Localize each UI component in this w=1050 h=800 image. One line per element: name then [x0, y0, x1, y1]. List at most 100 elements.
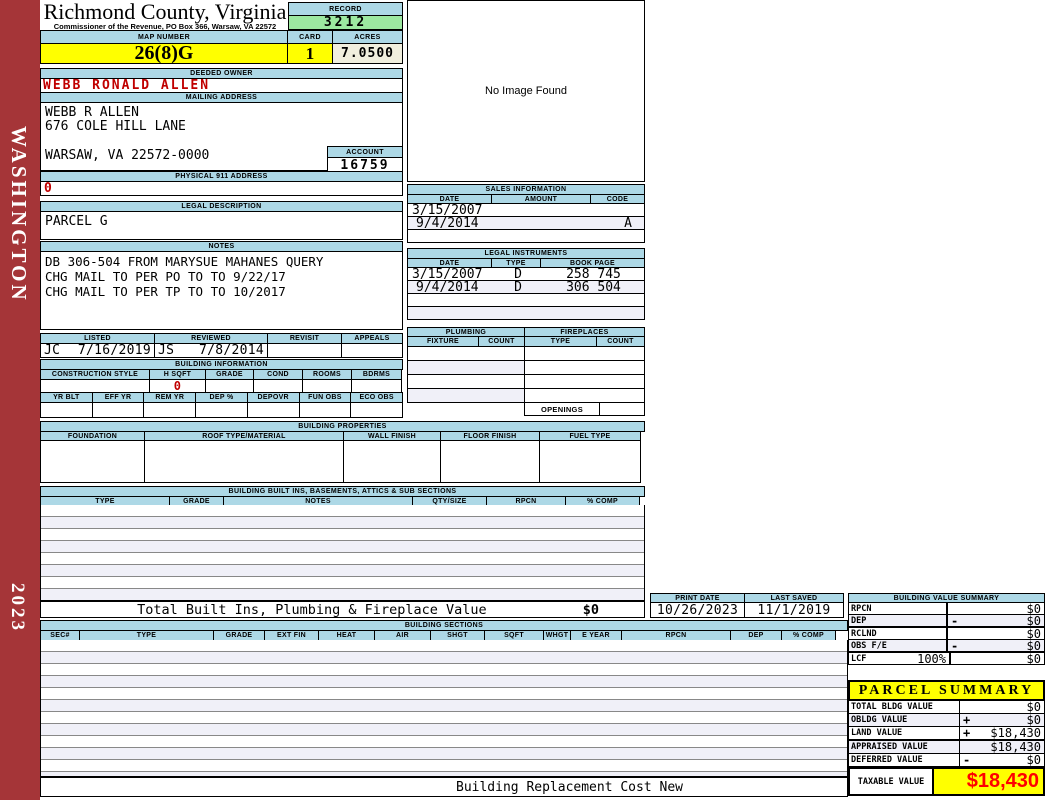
- mailing-address-box: WEBB R ALLEN 676 COLE HILL LANE WARSAW, …: [40, 102, 403, 173]
- listed-value: JC 7/16/2019: [40, 343, 155, 358]
- bvs-obs-label: OBS F/E: [849, 640, 948, 651]
- mailing-line3: WARSAW, VA 22572-0000: [45, 148, 210, 163]
- legal-description-box: PARCEL G: [40, 211, 403, 240]
- bvs-rclnd-label: RCLND: [849, 628, 948, 639]
- bdrms-value: [351, 379, 402, 393]
- last-saved-value: 11/1/2019: [744, 602, 844, 618]
- property-record-card: WASHINGTON 2023 Richmond County, Virgini…: [0, 0, 1050, 800]
- appraised-value: $18,430: [990, 740, 1041, 754]
- instrument-row-empty: [407, 293, 645, 307]
- total-bldg-label: TOTAL BLDG VALUE: [849, 701, 960, 713]
- building-value-summary: RPCN $0 DEP - $0 RCLND $0 OBS F/E - $0 L…: [848, 602, 1045, 666]
- bvs-obs-value: $0: [1026, 638, 1041, 653]
- parcel-row: DEFERRED VALUE - $0: [848, 753, 1045, 767]
- fireplace-row-empty: [524, 346, 645, 361]
- sidebar: WASHINGTON 2023: [0, 0, 40, 800]
- built-ins-total-row: Total Built Ins, Plumbing & Fireplace Va…: [40, 601, 645, 618]
- appraised-label: APPRAISED VALUE: [849, 741, 960, 753]
- physical-911-value: 0: [40, 181, 403, 196]
- rem-yr-value: [143, 402, 197, 418]
- building-sections-footer: Building Replacement Cost New: [40, 777, 848, 797]
- eco-obs-value: [350, 402, 404, 418]
- parcel-op: -: [963, 753, 971, 767]
- openings-row: OPENINGS: [524, 402, 645, 416]
- parcel-summary-title: PARCEL SUMMARY: [848, 680, 1045, 701]
- floor-finish-value: [440, 440, 540, 483]
- record-label: RECORD: [288, 2, 403, 16]
- bvs-rpcn-label: RPCN: [849, 603, 948, 614]
- plumbing-row-empty: [407, 374, 525, 389]
- land-value-label: LAND VALUE: [849, 727, 960, 739]
- bvs-lcf-label: LCF: [851, 653, 867, 664]
- no-image-text: No Image Found: [485, 85, 567, 97]
- bvs-lcf-pct: 100%: [917, 651, 946, 666]
- bvs-op: -: [951, 613, 959, 628]
- bvs-lcf-label-cell: LCF 100%: [849, 651, 951, 666]
- reviewed-date: 7/8/2014: [198, 343, 264, 358]
- parcel-row: LAND VALUE + $18,430: [848, 726, 1045, 740]
- deferred-value: $0: [1026, 753, 1041, 767]
- bvs-dep-label: DEP: [849, 615, 948, 626]
- appeals-value: [341, 343, 403, 358]
- review-value-row: JC 7/16/2019 JS 7/8/2014: [40, 343, 403, 358]
- mailing-line1: WEBB R ALLEN: [45, 105, 139, 120]
- building-properties-values: [40, 440, 645, 483]
- deeded-owner-name: WEBB RONALD ALLEN: [40, 78, 403, 93]
- taxable-label: TAXABLE VALUE: [850, 769, 934, 794]
- bvs-lcf-value: $0: [1026, 651, 1041, 666]
- bvs-row: DEP - $0: [848, 613, 1045, 628]
- card-label: CARD: [287, 30, 333, 44]
- taxable-value: $18,430: [934, 769, 1043, 794]
- bvs-row: OBS F/E - $0: [848, 638, 1045, 653]
- instrument-row-empty: [407, 306, 645, 320]
- reviewed-value: JS 7/8/2014: [154, 343, 268, 358]
- built-ins-total-value: $0: [582, 601, 599, 618]
- building-sections-empty-rows: [40, 640, 848, 777]
- record-value: 3212: [288, 15, 403, 30]
- acres-value: 7.0500: [332, 43, 403, 64]
- obldg-value: $0: [1026, 713, 1041, 727]
- fireplace-row-empty: [524, 374, 645, 389]
- notes-box: DB 306-504 FROM MARYSUE MAHANES QUERY CH…: [40, 251, 403, 330]
- reviewed-by: JS: [158, 343, 175, 358]
- parcel-summary: PARCEL SUMMARY TOTAL BLDG VALUE $0 OBLDG…: [848, 680, 1045, 796]
- county-title: Richmond County, Virginia: [43, 0, 287, 24]
- note-line: CHG MAIL TO PER TP TO TO 10/2017: [45, 284, 286, 299]
- land-value: $18,430: [990, 726, 1041, 740]
- print-value-row: 10/26/2023 11/1/2019: [650, 602, 845, 618]
- building-info-values2: [40, 402, 404, 418]
- foundation-value: [40, 440, 145, 483]
- parcel-row: APPRAISED VALUE $18,430: [848, 739, 1045, 754]
- eff-yr-value: [91, 402, 145, 418]
- yr-blt-value: [40, 402, 93, 418]
- plumbing-row-empty: [407, 360, 525, 375]
- dep-pct-value: [195, 402, 248, 418]
- construction-style-value: [40, 379, 150, 393]
- fuel-type-value: [539, 440, 641, 483]
- parcel-row: TOTAL BLDG VALUE $0: [848, 700, 1045, 714]
- listed-by: JC: [44, 343, 61, 358]
- depovr-value: [246, 402, 300, 418]
- plumbing-row-empty: [407, 346, 525, 361]
- replacement-cost-text: Building Replacement Cost New: [456, 779, 683, 795]
- openings-value: [599, 402, 645, 416]
- wall-finish-value: [343, 440, 441, 483]
- parcel-op: +: [963, 726, 971, 740]
- sales-row-empty: [407, 229, 645, 243]
- bvs-op: -: [951, 638, 959, 653]
- fireplace-row-empty: [524, 388, 645, 403]
- photo-panel: No Image Found: [407, 0, 645, 182]
- card-value: 1: [287, 43, 333, 64]
- obldg-label: OBLDG VALUE: [849, 714, 960, 726]
- record-box: RECORD 3212: [288, 2, 403, 30]
- note-line: DB 306-504 FROM MARYSUE MAHANES QUERY: [45, 254, 324, 269]
- openings-label: OPENINGS: [524, 402, 600, 416]
- parcel-op: +: [963, 713, 971, 727]
- acres-label: ACRES: [332, 30, 403, 44]
- listed-date: 7/16/2019: [77, 343, 151, 358]
- print-date-value: 10/26/2023: [650, 602, 745, 618]
- taxable-row: TAXABLE VALUE $18,430: [848, 767, 1045, 796]
- roof-type-value: [144, 440, 344, 483]
- hsqft-value: 0: [149, 379, 206, 393]
- built-ins-empty-rows: [40, 505, 645, 601]
